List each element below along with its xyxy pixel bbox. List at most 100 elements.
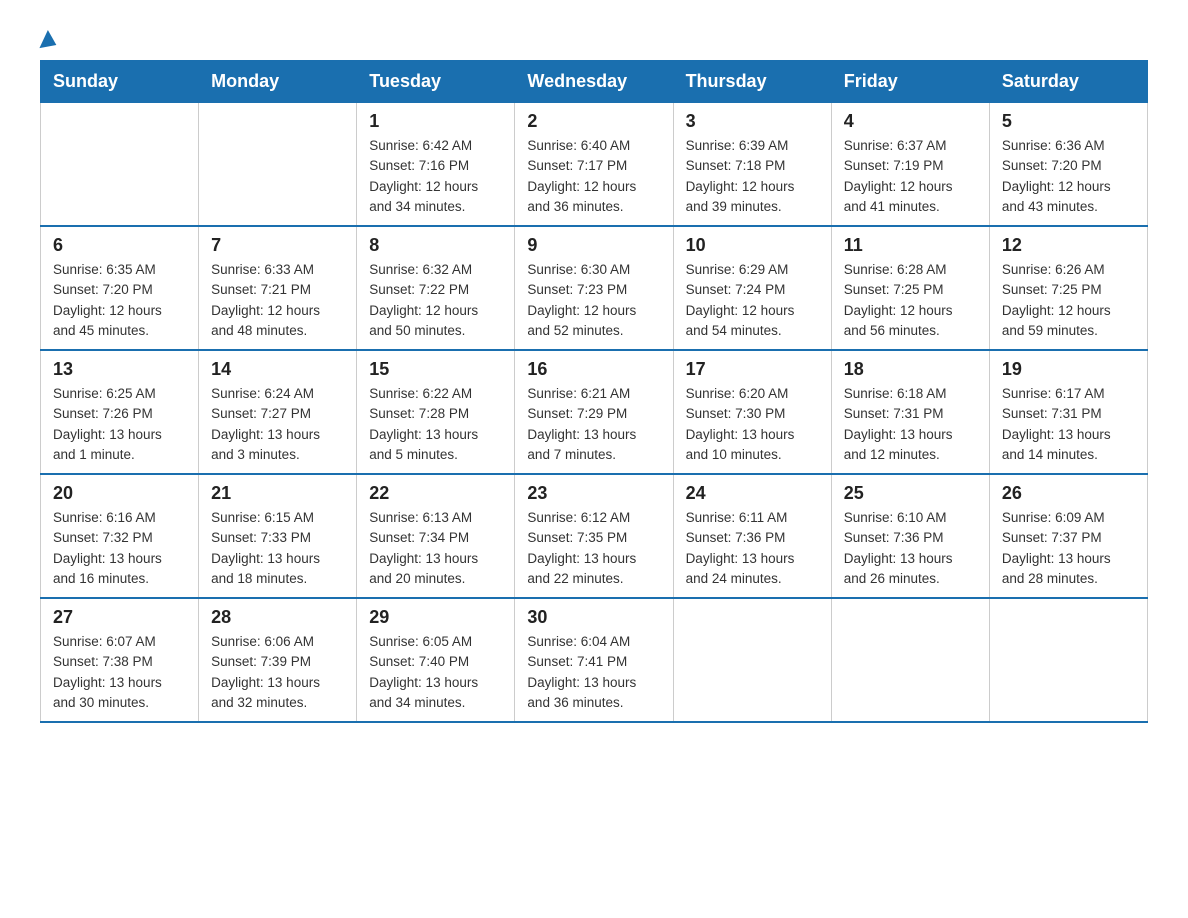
calendar-table: SundayMondayTuesdayWednesdayThursdayFrid…: [40, 60, 1148, 723]
day-info: Sunrise: 6:42 AM Sunset: 7:16 PM Dayligh…: [369, 136, 502, 217]
calendar-cell: 16 Sunrise: 6:21 AM Sunset: 7:29 PM Dayli…: [515, 350, 673, 474]
day-number: 1: [369, 111, 502, 132]
calendar-week-4: 20 Sunrise: 6:16 AM Sunset: 7:32 PM Dayli…: [41, 474, 1148, 598]
day-number: 21: [211, 483, 344, 504]
day-number: 17: [686, 359, 819, 380]
calendar-cell: 2Sunrise: 6:40 AM Sunset: 7:17 PM Daylig…: [515, 103, 673, 227]
day-number: 8: [369, 235, 502, 256]
weekday-header-tuesday: Tuesday: [357, 61, 515, 103]
calendar-cell: [989, 598, 1147, 722]
calendar-cell: 19 Sunrise: 6:17 AM Sunset: 7:31 PM Dayli…: [989, 350, 1147, 474]
calendar-week-2: 6 Sunrise: 6:35 AM Sunset: 7:20 PM Daylig…: [41, 226, 1148, 350]
weekday-header-friday: Friday: [831, 61, 989, 103]
day-info: Sunrise: 6:13 AM Sunset: 7:34 PM Dayligh…: [369, 508, 502, 589]
calendar-cell: 5Sunrise: 6:36 AM Sunset: 7:20 PM Daylig…: [989, 103, 1147, 227]
day-number: 11: [844, 235, 977, 256]
day-number: 2: [527, 111, 660, 132]
calendar-cell: 23 Sunrise: 6:12 AM Sunset: 7:35 PM Dayli…: [515, 474, 673, 598]
day-info: Sunrise: 6:16 AM Sunset: 7:32 PM Dayligh…: [53, 508, 186, 589]
weekday-header-thursday: Thursday: [673, 61, 831, 103]
calendar-cell: 6 Sunrise: 6:35 AM Sunset: 7:20 PM Daylig…: [41, 226, 199, 350]
calendar-cell: [41, 103, 199, 227]
day-number: 26: [1002, 483, 1135, 504]
day-number: 20: [53, 483, 186, 504]
day-number: 29: [369, 607, 502, 628]
calendar-cell: 11 Sunrise: 6:28 AM Sunset: 7:25 PM Dayli…: [831, 226, 989, 350]
calendar-cell: 21 Sunrise: 6:15 AM Sunset: 7:33 PM Dayli…: [199, 474, 357, 598]
day-number: 12: [1002, 235, 1135, 256]
day-info: Sunrise: 6:15 AM Sunset: 7:33 PM Dayligh…: [211, 508, 344, 589]
day-number: 24: [686, 483, 819, 504]
weekday-header-wednesday: Wednesday: [515, 61, 673, 103]
calendar-cell: 13Sunrise: 6:25 AM Sunset: 7:26 PM Dayli…: [41, 350, 199, 474]
day-number: 6: [53, 235, 186, 256]
day-info: Sunrise: 6:29 AM Sunset: 7:24 PM Dayligh…: [686, 260, 819, 341]
day-number: 27: [53, 607, 186, 628]
calendar-body: 1 Sunrise: 6:42 AM Sunset: 7:16 PM Daylig…: [41, 103, 1148, 723]
day-number: 16: [527, 359, 660, 380]
weekday-header-monday: Monday: [199, 61, 357, 103]
day-number: 23: [527, 483, 660, 504]
day-info: Sunrise: 6:30 AM Sunset: 7:23 PM Dayligh…: [527, 260, 660, 341]
day-info: Sunrise: 6:09 AM Sunset: 7:37 PM Dayligh…: [1002, 508, 1135, 589]
day-info: Sunrise: 6:28 AM Sunset: 7:25 PM Dayligh…: [844, 260, 977, 341]
day-info: Sunrise: 6:21 AM Sunset: 7:29 PM Dayligh…: [527, 384, 660, 465]
day-info: Sunrise: 6:04 AM Sunset: 7:41 PM Dayligh…: [527, 632, 660, 713]
calendar-cell: 14Sunrise: 6:24 AM Sunset: 7:27 PM Dayli…: [199, 350, 357, 474]
calendar-cell: 26 Sunrise: 6:09 AM Sunset: 7:37 PM Dayli…: [989, 474, 1147, 598]
day-info: Sunrise: 6:10 AM Sunset: 7:36 PM Dayligh…: [844, 508, 977, 589]
calendar-cell: 22 Sunrise: 6:13 AM Sunset: 7:34 PM Dayli…: [357, 474, 515, 598]
day-number: 9: [527, 235, 660, 256]
weekday-header-row: SundayMondayTuesdayWednesdayThursdayFrid…: [41, 61, 1148, 103]
calendar-cell: 10 Sunrise: 6:29 AM Sunset: 7:24 PM Dayli…: [673, 226, 831, 350]
logo-line1: [40, 30, 57, 50]
day-info: Sunrise: 6:35 AM Sunset: 7:20 PM Dayligh…: [53, 260, 186, 341]
day-info: Sunrise: 6:39 AM Sunset: 7:18 PM Dayligh…: [686, 136, 819, 217]
day-number: 25: [844, 483, 977, 504]
day-info: Sunrise: 6:32 AM Sunset: 7:22 PM Dayligh…: [369, 260, 502, 341]
day-info: Sunrise: 6:22 AM Sunset: 7:28 PM Dayligh…: [369, 384, 502, 465]
day-info: Sunrise: 6:37 AM Sunset: 7:19 PM Dayligh…: [844, 136, 977, 217]
day-number: 5: [1002, 111, 1135, 132]
calendar-week-5: 27 Sunrise: 6:07 AM Sunset: 7:38 PM Dayli…: [41, 598, 1148, 722]
day-info: Sunrise: 6:17 AM Sunset: 7:31 PM Dayligh…: [1002, 384, 1135, 465]
day-number: 10: [686, 235, 819, 256]
calendar-cell: 7Sunrise: 6:33 AM Sunset: 7:21 PM Daylig…: [199, 226, 357, 350]
day-number: 19: [1002, 359, 1135, 380]
day-number: 4: [844, 111, 977, 132]
calendar-cell: 18 Sunrise: 6:18 AM Sunset: 7:31 PM Dayli…: [831, 350, 989, 474]
calendar-cell: 25 Sunrise: 6:10 AM Sunset: 7:36 PM Dayli…: [831, 474, 989, 598]
day-number: 28: [211, 607, 344, 628]
calendar-cell: 4 Sunrise: 6:37 AM Sunset: 7:19 PM Daylig…: [831, 103, 989, 227]
calendar-cell: 28Sunrise: 6:06 AM Sunset: 7:39 PM Dayli…: [199, 598, 357, 722]
day-info: Sunrise: 6:20 AM Sunset: 7:30 PM Dayligh…: [686, 384, 819, 465]
day-number: 13: [53, 359, 186, 380]
header: [40, 30, 1148, 50]
day-info: Sunrise: 6:07 AM Sunset: 7:38 PM Dayligh…: [53, 632, 186, 713]
calendar-cell: 17 Sunrise: 6:20 AM Sunset: 7:30 PM Dayli…: [673, 350, 831, 474]
calendar-cell: 9 Sunrise: 6:30 AM Sunset: 7:23 PM Daylig…: [515, 226, 673, 350]
calendar-cell: [673, 598, 831, 722]
day-number: 7: [211, 235, 344, 256]
calendar-cell: 3 Sunrise: 6:39 AM Sunset: 7:18 PM Daylig…: [673, 103, 831, 227]
calendar-week-1: 1 Sunrise: 6:42 AM Sunset: 7:16 PM Daylig…: [41, 103, 1148, 227]
logo-arrow-icon: [39, 30, 60, 54]
day-number: 18: [844, 359, 977, 380]
calendar-cell: 12 Sunrise: 6:26 AM Sunset: 7:25 PM Dayli…: [989, 226, 1147, 350]
day-number: 14: [211, 359, 344, 380]
calendar-header: SundayMondayTuesdayWednesdayThursdayFrid…: [41, 61, 1148, 103]
calendar-week-3: 13Sunrise: 6:25 AM Sunset: 7:26 PM Dayli…: [41, 350, 1148, 474]
day-info: Sunrise: 6:12 AM Sunset: 7:35 PM Dayligh…: [527, 508, 660, 589]
calendar-cell: 8 Sunrise: 6:32 AM Sunset: 7:22 PM Daylig…: [357, 226, 515, 350]
day-info: Sunrise: 6:18 AM Sunset: 7:31 PM Dayligh…: [844, 384, 977, 465]
calendar-cell: 20 Sunrise: 6:16 AM Sunset: 7:32 PM Dayli…: [41, 474, 199, 598]
day-number: 15: [369, 359, 502, 380]
weekday-header-sunday: Sunday: [41, 61, 199, 103]
logo: [40, 30, 57, 50]
day-info: Sunrise: 6:26 AM Sunset: 7:25 PM Dayligh…: [1002, 260, 1135, 341]
day-number: 3: [686, 111, 819, 132]
day-number: 22: [369, 483, 502, 504]
calendar-cell: 1 Sunrise: 6:42 AM Sunset: 7:16 PM Daylig…: [357, 103, 515, 227]
calendar-cell: 29 Sunrise: 6:05 AM Sunset: 7:40 PM Dayli…: [357, 598, 515, 722]
day-info: Sunrise: 6:05 AM Sunset: 7:40 PM Dayligh…: [369, 632, 502, 713]
